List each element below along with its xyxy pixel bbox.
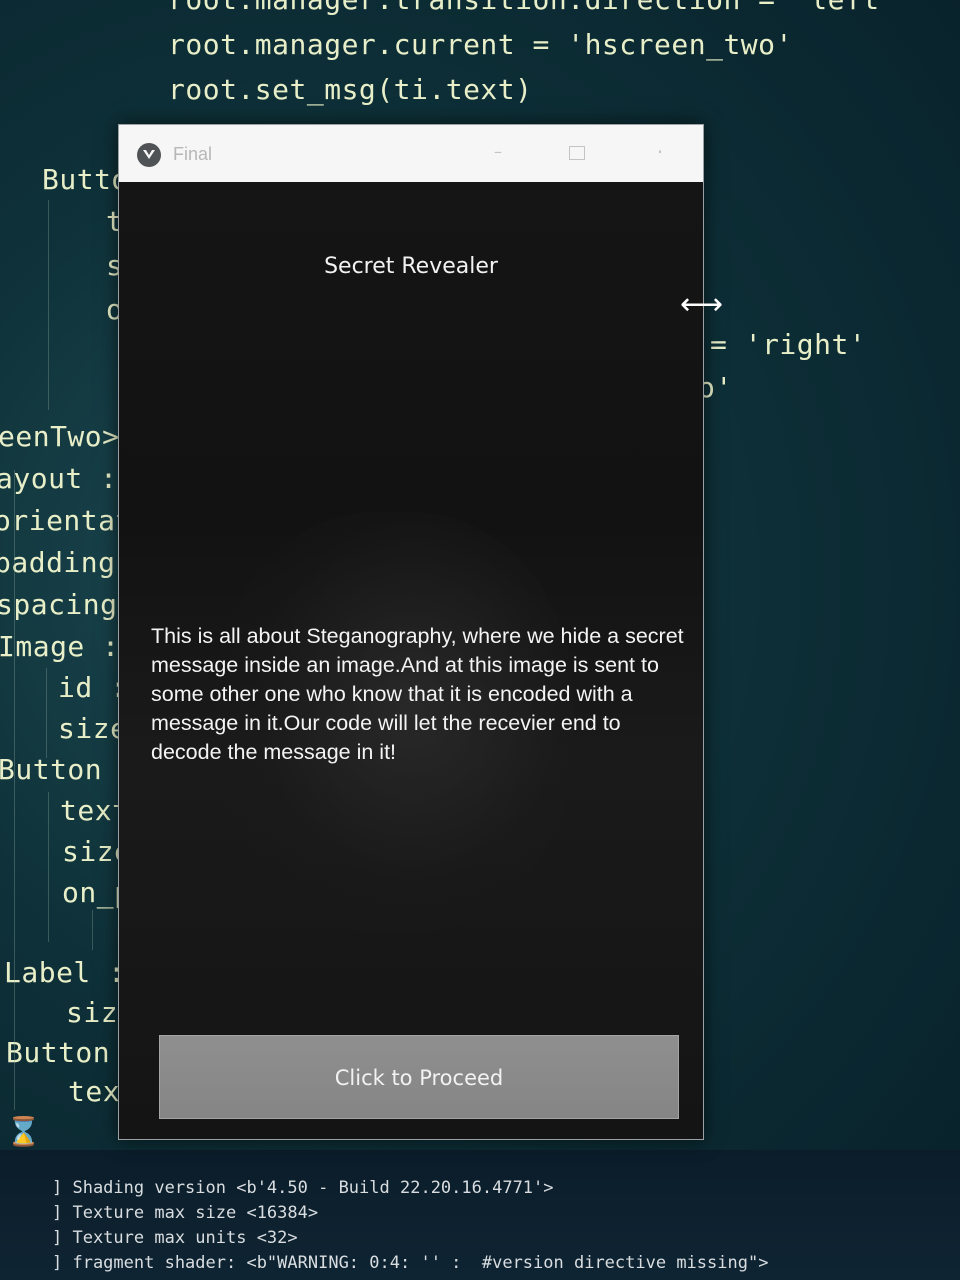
description-label: This is all about Steganography, where w…	[151, 624, 684, 764]
code-line: Image :	[0, 630, 120, 663]
maximize-button[interactable]	[562, 137, 592, 167]
indent-guide	[48, 200, 49, 410]
code-line: root.set_msg(ti.text)	[168, 73, 533, 106]
console-line: ] Texture max size <16384>	[52, 1203, 319, 1223]
indent-guide	[92, 910, 93, 950]
indent-guide	[46, 668, 47, 758]
indent-guide	[48, 792, 49, 942]
code-line: = 'right'	[710, 328, 867, 361]
minimize-button[interactable]: –	[483, 137, 513, 167]
maximize-icon	[569, 145, 585, 160]
hourglass-icon: ⌛	[6, 1115, 41, 1148]
app-content: Secret Revealer This is all about Stegan…	[119, 182, 703, 1139]
code-line: root.manager.current = 'hscreen_two'	[168, 28, 793, 61]
code-line: Butto	[42, 163, 129, 196]
proceed-button[interactable]: Click to Proceed	[159, 1035, 679, 1119]
window-title: Final	[173, 144, 213, 164]
code-line: Button :	[0, 753, 137, 786]
screen-title: Secret Revealer	[324, 254, 498, 279]
title-bar[interactable]: Final – ·	[119, 125, 703, 182]
code-line: root.manager.transition.direction = 'lef…	[168, 0, 897, 14]
code-line: eenTwo>	[0, 420, 120, 453]
kivy-logo-icon	[137, 143, 161, 167]
horizontal-resize-cursor-icon: ⟷	[680, 287, 724, 322]
photo-of-screen: root.manager.transition.direction = 'lef…	[0, 0, 960, 1280]
console-line: ] fragment shader: <b"WARNING: 0:4: '' :…	[52, 1253, 769, 1273]
console-panel: ] Shading version <b'4.50 - Build 22.20.…	[0, 1150, 960, 1280]
app-window[interactable]: Final – · Secret Revealer This is all ab…	[118, 124, 704, 1140]
console-line: ] Shading version <b'4.50 - Build 22.20.…	[52, 1178, 554, 1198]
indent-guide	[14, 470, 15, 1110]
code-line: Label :	[4, 956, 126, 989]
close-button[interactable]: ·	[645, 137, 675, 167]
console-line: ] Texture max units <32>	[52, 1228, 298, 1248]
code-line: ayout :	[0, 462, 118, 495]
